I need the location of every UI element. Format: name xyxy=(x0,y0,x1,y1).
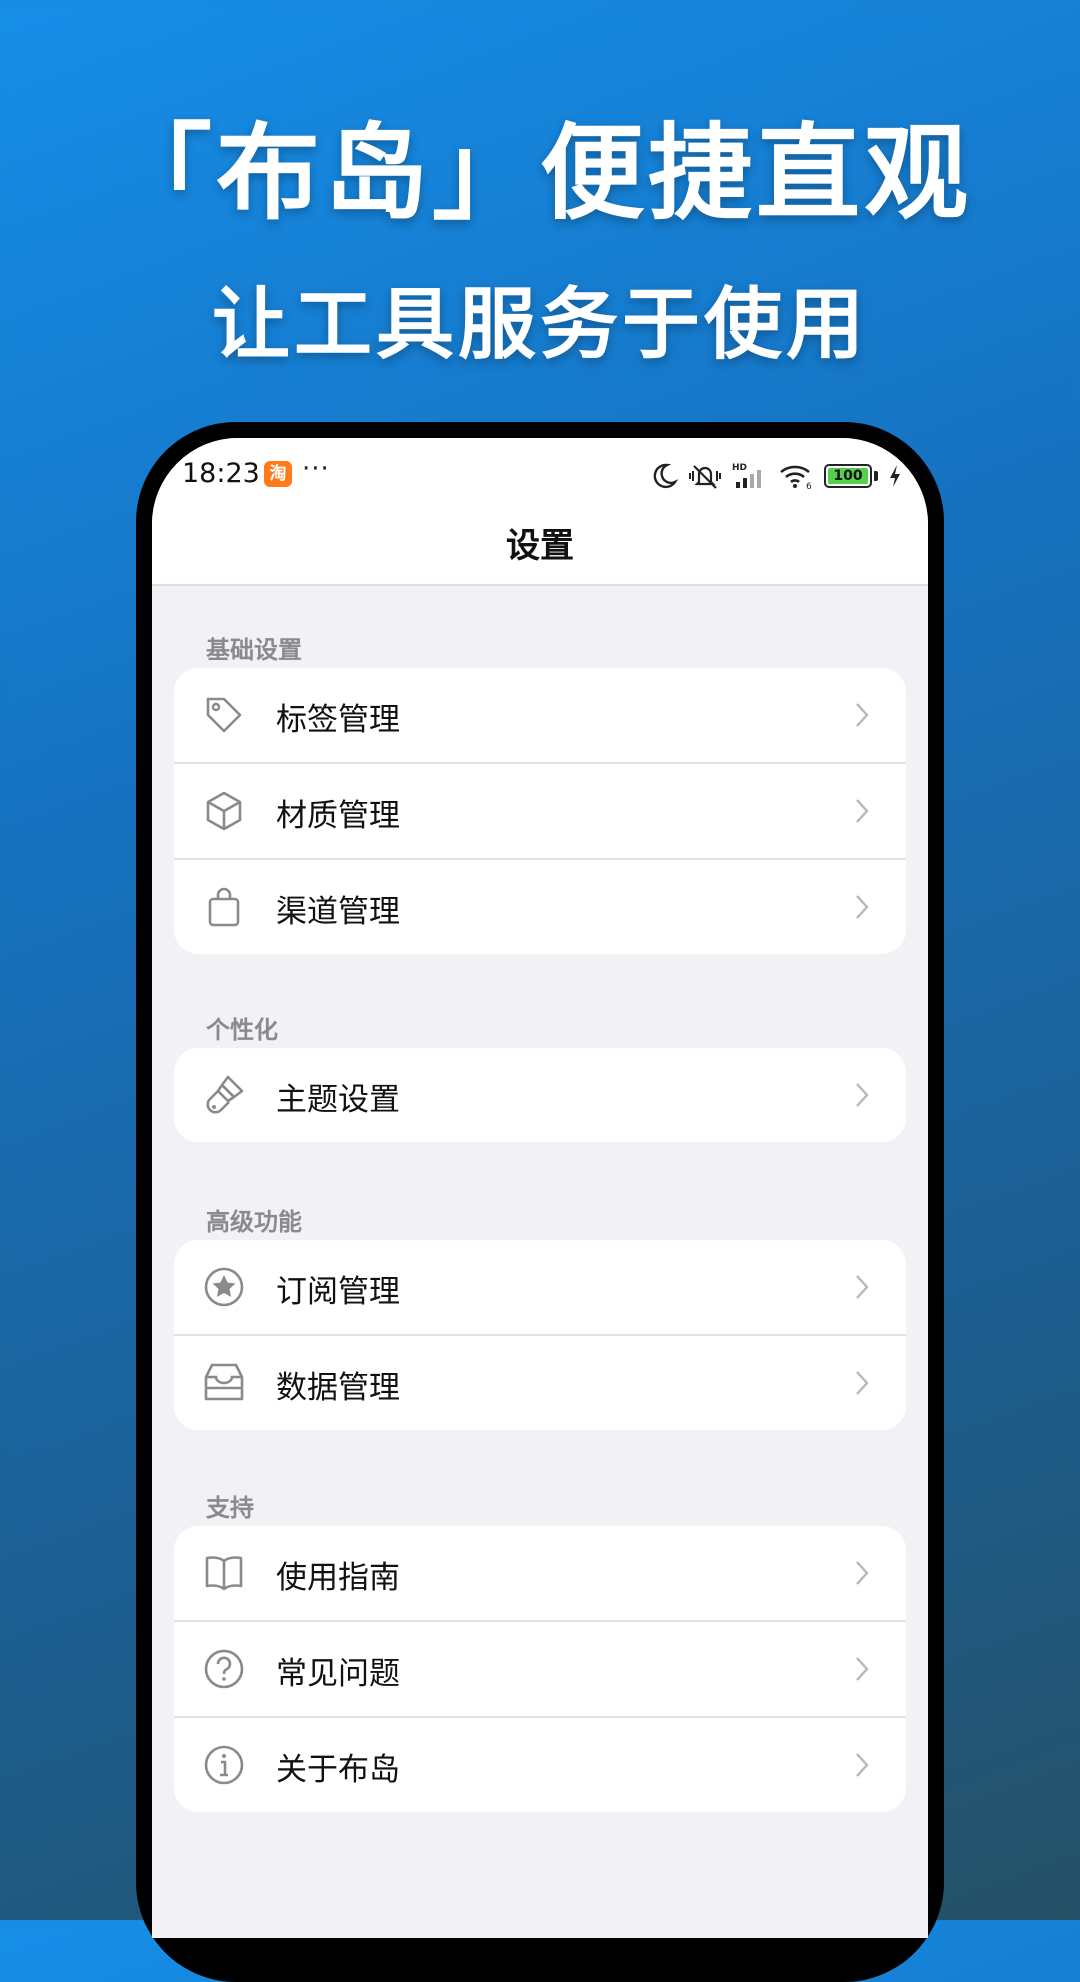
chevron-right-icon xyxy=(856,1561,869,1585)
star-circle-icon xyxy=(204,1267,244,1307)
settings-item-tags[interactable]: 标签管理 xyxy=(174,668,906,764)
top-bar: 18:23 淘 ··· HD 6 100 设置 xyxy=(152,438,928,586)
tag-icon xyxy=(206,697,242,733)
settings-group-basic: 标签管理 材质管理 渠道管理 xyxy=(174,668,906,954)
chevron-right-icon xyxy=(856,1275,869,1299)
taobao-app-icon: 淘 xyxy=(264,461,292,487)
promo-headline: 「布岛」便捷直观 xyxy=(107,112,972,234)
hd-signal-icon: HD xyxy=(732,463,761,488)
info-circle-icon xyxy=(204,1745,244,1785)
cube-icon xyxy=(206,791,242,831)
book-icon xyxy=(205,1556,243,1591)
section-title-personalization: 个性化 xyxy=(206,1016,278,1044)
settings-item-label: 数据管理 xyxy=(276,1370,400,1406)
mute-vibrate-icon xyxy=(689,465,721,489)
svg-text:HD: HD xyxy=(732,463,747,473)
wifi-icon: 6 xyxy=(780,465,812,490)
settings-item-data[interactable]: 数据管理 xyxy=(174,1336,906,1430)
chevron-right-icon xyxy=(856,703,869,727)
status-time: 18:23 xyxy=(182,458,260,489)
settings-item-label: 主题设置 xyxy=(276,1082,400,1118)
phone-screen: 18:23 淘 ··· HD 6 100 设置 基础设置 标签管理 材质管理 渠… xyxy=(152,438,928,1938)
settings-item-label: 渠道管理 xyxy=(276,894,400,930)
chevron-right-icon xyxy=(856,1083,869,1107)
promo-subheadline: 让工具服务于使用 xyxy=(211,280,868,370)
settings-item-material[interactable]: 材质管理 xyxy=(174,764,906,860)
paintbrush-icon xyxy=(206,1075,244,1114)
settings-group-advanced: 订阅管理 数据管理 xyxy=(174,1240,906,1430)
settings-group-support: 使用指南 常见问题 关于布岛 xyxy=(174,1526,906,1812)
moon-icon xyxy=(653,463,678,489)
chevron-right-icon xyxy=(856,1657,869,1681)
section-title-support: 支持 xyxy=(206,1494,254,1522)
settings-item-label: 订阅管理 xyxy=(276,1274,400,1310)
settings-item-theme[interactable]: 主题设置 xyxy=(174,1048,906,1142)
settings-item-label: 标签管理 xyxy=(276,702,400,738)
charging-icon xyxy=(890,465,900,487)
section-title-basic: 基础设置 xyxy=(206,636,302,664)
settings-item-label: 材质管理 xyxy=(276,798,400,834)
settings-item-label: 常见问题 xyxy=(276,1656,400,1692)
status-bar: 18:23 淘 ··· HD 6 100 xyxy=(152,438,928,510)
chevron-right-icon xyxy=(856,895,869,919)
settings-item-label: 关于布岛 xyxy=(276,1752,400,1788)
svg-text:6: 6 xyxy=(806,482,812,490)
archive-box-icon xyxy=(204,1363,244,1401)
chevron-right-icon xyxy=(856,1753,869,1777)
settings-item-guide[interactable]: 使用指南 xyxy=(174,1526,906,1622)
more-notifications-icon: ··· xyxy=(302,454,330,484)
chevron-right-icon xyxy=(856,1371,869,1395)
page-title: 设置 xyxy=(506,526,574,566)
question-circle-icon xyxy=(204,1649,244,1689)
status-icons: HD 6 100 xyxy=(650,460,902,492)
settings-group-personalization: 主题设置 xyxy=(174,1048,906,1142)
settings-item-channel[interactable]: 渠道管理 xyxy=(174,860,906,954)
settings-item-faq[interactable]: 常见问题 xyxy=(174,1622,906,1718)
settings-item-about[interactable]: 关于布岛 xyxy=(174,1718,906,1812)
settings-item-subscription[interactable]: 订阅管理 xyxy=(174,1240,906,1336)
bag-icon xyxy=(208,887,240,927)
battery-icon: 100 xyxy=(824,464,872,488)
chevron-right-icon xyxy=(856,799,869,823)
section-title-advanced: 高级功能 xyxy=(206,1208,302,1236)
battery-level: 100 xyxy=(833,468,863,484)
settings-item-label: 使用指南 xyxy=(276,1560,400,1596)
